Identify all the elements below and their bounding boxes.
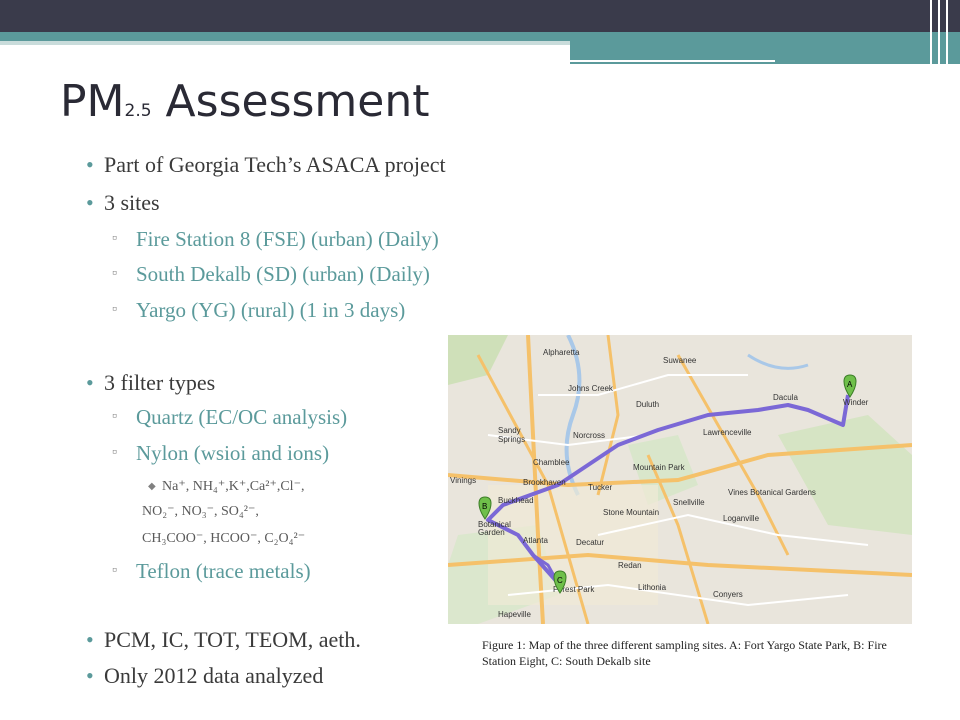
place-label: Buckhead [498,496,534,505]
list-item-text: 3 sites [104,190,160,215]
list-item-text: Part of Georgia Tech’s ASACA project [104,152,446,177]
list-item: • Part of Georgia Tech’s ASACA project [86,152,446,178]
title-subscript: 2.5 [124,101,152,121]
list-item-text: Only 2012 data analyzed [104,663,324,688]
header-white-line [946,0,948,64]
bullet-dot-icon: • [86,190,94,215]
place-label: Snellville [673,498,705,507]
header-teal-light-strip [0,41,570,45]
ion-list-text: Na⁺, NH₄⁺,K⁺,Ca²⁺,Cl⁻, [162,479,305,494]
place-label: Dacula [773,393,798,402]
bullet-square-icon: ▫ [112,445,117,460]
list-item-text: Teflon (trace metals) [136,559,311,583]
list-item: • PCM, IC, TOT, TEOM, aeth. [86,627,361,653]
place-label: Decatur [576,538,604,547]
header-white-line [930,0,932,64]
place-label: Loganville [723,514,760,523]
place-label: Chamblee [533,458,570,467]
bullet-square-icon: ▫ [112,563,117,578]
place-label: Winder [843,398,869,407]
list-item: • 3 sites [86,190,160,216]
place-label: Lithonia [638,583,667,592]
list-item: • Only 2012 data analyzed [86,663,324,689]
title-main: PM [60,76,125,127]
place-label: Atlanta [523,536,548,545]
list-item-text: 3 filter types [104,370,216,395]
place-label: Alpharetta [543,348,580,357]
ion-list-text: NO₂⁻, NO₃⁻, SO₄²⁻, [142,504,259,519]
list-item-text: Yargo (YG) (rural) (1 in 3 days) [136,298,406,322]
list-item-text: Nylon (wsioi and ions) [136,441,330,465]
list-item: ▫ Quartz (EC/OC analysis) [112,405,348,430]
ion-list-text: CH₃COO⁻, HCOO⁻, C₂O₄²⁻ [142,531,306,546]
list-item: ▫ South Dekalb (SD) (urban) (Daily) [112,262,430,287]
bullet-square-icon: ▫ [112,302,117,317]
title-rest: Assessment [165,76,430,127]
sampling-sites-map: Alpharetta Suwanee Johns Creek Duluth Da… [448,335,912,624]
place-label: Sandy [498,426,521,435]
place-label: Garden [478,528,505,537]
list-item-text: Fire Station 8 (FSE) (urban) (Daily) [136,227,439,251]
header-dark-bar [0,0,960,32]
place-label: Tucker [588,483,612,492]
header-white-line [938,0,940,64]
bullet-diamond-icon: ◆ [148,481,156,492]
list-item: ◆ Na⁺, NH₄⁺,K⁺,Ca²⁺,Cl⁻, [148,478,305,495]
bullet-square-icon: ▫ [112,266,117,281]
list-item: CH₃COO⁻, HCOO⁻, C₂O₄²⁻ [142,530,305,547]
place-label: Duluth [636,400,659,409]
place-label: Norcross [573,431,605,440]
bullet-dot-icon: • [86,627,94,652]
place-label: Johns Creek [568,384,614,393]
list-item-text: PCM, IC, TOT, TEOM, aeth. [104,627,361,652]
place-label: Vines Botanical Gardens [728,488,816,497]
bullet-dot-icon: • [86,370,94,395]
header-white-line [570,60,775,62]
bullet-dot-icon: • [86,663,94,688]
place-label: Suwanee [663,356,697,365]
place-label: Mountain Park [633,463,686,472]
list-item: ▫ Teflon (trace metals) [112,559,311,584]
marker-label: A [847,380,853,389]
place-label: Redan [618,561,642,570]
place-label: Hapeville [498,610,531,619]
list-item-text: Quartz (EC/OC analysis) [136,405,348,429]
page-title: PM2.5 Assessment [60,76,429,127]
place-label: Brookhaven [523,478,566,487]
list-item: NO₂⁻, NO₃⁻, SO₄²⁻, [142,503,259,520]
marker-label: C [557,576,563,585]
list-item-text: South Dekalb (SD) (urban) (Daily) [136,262,430,286]
marker-label: B [482,502,487,511]
place-label: Lawrenceville [703,428,752,437]
list-item: • 3 filter types [86,370,216,396]
list-item: ▫ Nylon (wsioi and ions) [112,441,330,466]
place-label: Stone Mountain [603,508,659,517]
place-label: Conyers [713,590,743,599]
place-label: Springs [498,435,525,444]
bullet-square-icon: ▫ [112,409,117,424]
list-item: ▫ Yargo (YG) (rural) (1 in 3 days) [112,298,406,323]
list-item: ▫ Fire Station 8 (FSE) (urban) (Daily) [112,227,439,252]
place-label: Vinings [450,476,476,485]
figure-caption: Figure 1: Map of the three different sam… [482,638,887,668]
bullet-dot-icon: • [86,152,94,177]
bullet-square-icon: ▫ [112,231,117,246]
map-svg: Alpharetta Suwanee Johns Creek Duluth Da… [448,335,912,624]
